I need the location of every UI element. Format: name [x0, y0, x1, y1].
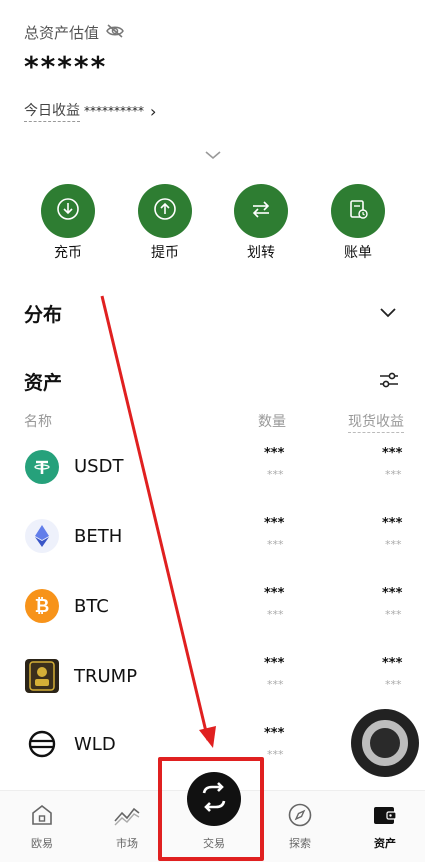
chevron-down-icon[interactable]	[204, 146, 222, 165]
today-pnl-label: 今日收益	[24, 100, 80, 122]
bill-icon	[345, 196, 371, 226]
qty-sub-value: ***	[267, 468, 284, 481]
eye-hidden-icon[interactable]	[105, 23, 125, 43]
qty-sub-value: ***	[267, 678, 284, 691]
transfer-button[interactable]: 划转	[221, 184, 301, 262]
pnl-sub-value: ***	[385, 468, 402, 481]
compass-icon	[270, 801, 330, 829]
qty-sub-value: ***	[267, 748, 284, 761]
floating-assistive-button[interactable]	[351, 709, 419, 777]
column-name: 名称	[24, 414, 52, 430]
coin-name: WLD	[74, 734, 116, 755]
coin-name: BETH	[74, 526, 123, 547]
deposit-label: 充币	[54, 245, 82, 261]
nav-market-label: 市场	[116, 837, 138, 850]
nav-home[interactable]: 欧易	[12, 801, 72, 851]
market-icon	[97, 801, 157, 829]
btc-icon: ₿	[25, 589, 59, 623]
asset-row-trump[interactable]: TRUMP *** *** *** ***	[0, 642, 425, 712]
total-assets-label: 总资产估值	[24, 22, 125, 43]
withdraw-icon	[152, 196, 178, 226]
asset-row-beth[interactable]: BETH *** *** *** ***	[0, 502, 425, 572]
withdraw-label: 提币	[151, 245, 179, 261]
distribution-title: 分布	[24, 304, 63, 326]
qty-value: ***	[264, 516, 285, 531]
asset-row-usdt[interactable]: USDT *** *** *** ***	[0, 432, 425, 502]
qty-value: ***	[264, 586, 285, 601]
transfer-icon	[248, 196, 274, 226]
trump-icon	[25, 659, 59, 693]
ring-icon	[362, 720, 408, 766]
today-pnl[interactable]: 今日收益 ********** ›	[24, 100, 156, 122]
transfer-label: 划转	[247, 245, 275, 261]
nav-explore[interactable]: 探索	[270, 801, 330, 851]
qty-value: ***	[264, 726, 285, 741]
deposit-button[interactable]: 充币	[28, 184, 108, 262]
trade-button[interactable]	[187, 772, 241, 826]
total-assets-value: *****	[24, 50, 108, 83]
assets-title: 资产	[24, 372, 63, 394]
pnl-sub-value: ***	[385, 608, 402, 621]
bill-label: 账单	[344, 245, 372, 261]
filter-icon[interactable]	[378, 370, 400, 394]
wallet-icon	[355, 801, 415, 829]
pnl-sub-value: ***	[385, 538, 402, 551]
nav-trade-label: 交易	[203, 837, 225, 850]
chevron-down-icon[interactable]	[378, 304, 398, 323]
chevron-right-icon: ›	[150, 101, 157, 121]
total-assets-label-text: 总资产估值	[24, 24, 100, 42]
nav-assets-label: 资产	[374, 837, 396, 850]
deposit-icon	[55, 196, 81, 226]
usdt-icon	[25, 450, 59, 484]
eth-icon	[25, 519, 59, 553]
bill-button[interactable]: 账单	[318, 184, 398, 262]
pnl-value: ***	[382, 446, 403, 461]
column-qty[interactable]: 数量	[258, 411, 286, 431]
today-pnl-value: **********	[84, 104, 144, 118]
qty-value: ***	[264, 656, 285, 671]
trade-icon	[198, 781, 230, 817]
pnl-value: ***	[382, 656, 403, 671]
pnl-sub-value: ***	[385, 678, 402, 691]
withdraw-button[interactable]: 提币	[125, 184, 205, 262]
nav-explore-label: 探索	[289, 837, 311, 850]
column-pnl[interactable]: 现货收益	[348, 411, 404, 433]
nav-home-label: 欧易	[31, 837, 53, 850]
wld-icon	[25, 727, 59, 761]
coin-name: USDT	[74, 456, 124, 477]
home-icon	[12, 801, 72, 829]
nav-assets[interactable]: 资产	[355, 801, 415, 851]
pnl-value: ***	[382, 516, 403, 531]
qty-sub-value: ***	[267, 538, 284, 551]
asset-row-btc[interactable]: ₿ BTC *** *** *** ***	[0, 572, 425, 642]
pnl-value: ***	[382, 586, 403, 601]
nav-market[interactable]: 市场	[97, 801, 157, 851]
qty-value: ***	[264, 446, 285, 461]
coin-name: BTC	[74, 596, 109, 617]
coin-name: TRUMP	[74, 666, 138, 687]
qty-sub-value: ***	[267, 608, 284, 621]
